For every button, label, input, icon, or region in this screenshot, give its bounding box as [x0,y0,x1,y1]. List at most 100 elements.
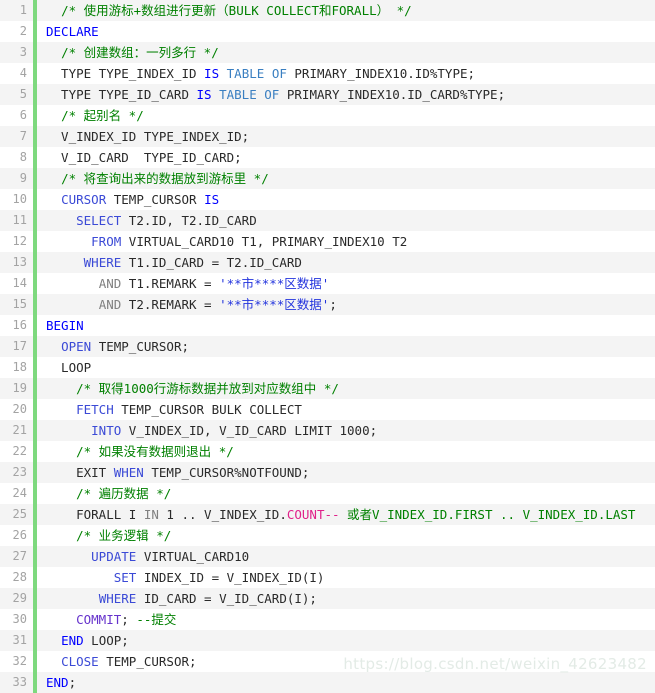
code-token: VIRTUAL_CARD10 T1, PRIMARY_INDEX10 T2 [121,234,408,249]
code-token: WHERE [98,591,137,606]
code-token: IS [204,192,220,207]
line-number: 1 [19,3,27,17]
code-token: T2.ID, T2.ID_CARD [121,213,257,228]
code-token: BEGIN [46,318,84,333]
code-line: 26 /* 业务逻辑 */ [0,525,655,546]
code-block: 1 /* 使用游标+数组进行更新（BULK COLLECT和FORALL） */… [0,0,655,693]
code-line: 24 /* 遍历数据 */ [0,483,655,504]
code-token: --提交 [136,612,177,627]
code-line-text: UPDATE VIRTUAL_CARD10 [37,546,249,567]
code-token: T2.REMARK = [121,297,220,312]
code-token: END [46,675,69,690]
code-line-text: AND T2.REMARK = '**市****区数据'; [37,294,337,315]
code-token: /* 业务逻辑 */ [76,528,172,543]
code-token: TYPE TYPE_INDEX_ID [46,66,205,81]
code-line: 10 CURSOR TEMP_CURSOR IS [0,189,655,210]
code-token: /* 如果没有数据则退出 */ [76,444,234,459]
code-token: 或者V_INDEX_ID.FIRST .. V_INDEX_ID.LAST [339,507,636,522]
code-line: 20 FETCH TEMP_CURSOR BULK COLLECT [0,399,655,420]
code-line-text: V_ID_CARD TYPE_ID_CARD; [37,147,242,168]
code-line: 1 /* 使用游标+数组进行更新（BULK COLLECT和FORALL） */ [0,0,655,21]
code-line-text: SELECT T2.ID, T2.ID_CARD [37,210,257,231]
code-line-text: TYPE TYPE_INDEX_ID IS TABLE OF PRIMARY_I… [37,63,475,84]
code-token: V_ID_CARD TYPE_ID_CARD; [46,150,242,165]
code-line-text: COMMIT; --提交 [37,609,176,630]
code-token: IS [196,87,212,102]
code-line: 32 CLOSE TEMP_CURSOR; [0,651,655,672]
code-line: 31 END LOOP; [0,630,655,651]
code-token: END [61,633,84,648]
code-line: 17 OPEN TEMP_CURSOR; [0,336,655,357]
code-token: FORALL I [46,507,144,522]
code-token: /* 将查询出来的数据放到游标里 */ [61,171,269,186]
line-number: 5 [19,87,27,101]
code-line-text: FROM VIRTUAL_CARD10 T1, PRIMARY_INDEX10 … [37,231,407,252]
code-line-text: OPEN TEMP_CURSOR; [37,336,189,357]
line-number: 14 [12,276,27,290]
line-number: 28 [12,570,27,584]
code-token: '**市****区数据' [219,276,330,291]
code-line: 5 TYPE TYPE_ID_CARD IS TABLE OF PRIMARY_… [0,84,655,105]
code-token: T1.REMARK = [121,276,220,291]
code-token: ; [121,612,137,627]
code-line-text: END LOOP; [37,630,129,651]
line-number: 6 [19,108,27,122]
line-number: 10 [12,192,27,206]
code-line: 6 /* 起别名 */ [0,105,655,126]
code-line: 33 END; [0,672,655,693]
code-token: /* 创建数组：一列多行 */ [61,45,219,60]
code-line-text: CLOSE TEMP_CURSOR; [37,651,196,672]
code-line: 14 AND T1.REMARK = '**市****区数据' [0,273,655,294]
code-token: AND [98,276,122,291]
code-line-text: AND T1.REMARK = '**市****区数据' [37,273,330,294]
code-line-text: EXIT WHEN TEMP_CURSOR%NOTFOUND; [37,462,309,483]
code-line: 25 FORALL I IN 1 .. V_INDEX_ID.COUNT-- 或… [0,504,655,525]
line-number: 12 [12,234,27,248]
code-token: LOOP [46,360,92,375]
code-line: 27 UPDATE VIRTUAL_CARD10 [0,546,655,567]
code-line-text: FETCH TEMP_CURSOR BULK COLLECT [37,399,302,420]
line-number: 32 [12,654,27,668]
line-number: 9 [19,171,27,185]
code-line: 30 COMMIT; --提交 [0,609,655,630]
line-number: 7 [19,129,27,143]
code-token: PRIMARY_INDEX10.ID_CARD%TYPE; [279,87,506,102]
code-token: V_INDEX_ID TYPE_INDEX_ID; [46,129,250,144]
code-line: 16 BEGIN [0,315,655,336]
code-line-text: SET INDEX_ID = V_INDEX_ID(I) [37,567,325,588]
code-token: SET [113,570,137,585]
code-token: PRIMARY_INDEX10.ID%TYPE; [286,66,476,81]
line-number: 30 [12,612,27,626]
code-line: 15 AND T2.REMARK = '**市****区数据'; [0,294,655,315]
code-token: /* 取得1000行游标数据并放到对应数组中 */ [76,381,339,396]
code-line: 11 SELECT T2.ID, T2.ID_CARD [0,210,655,231]
code-token: /* 使用游标+数组进行更新（BULK COLLECT和FORALL） */ [61,3,412,18]
line-number: 4 [19,66,27,80]
code-line: 23 EXIT WHEN TEMP_CURSOR%NOTFOUND; [0,462,655,483]
code-line: 22 /* 如果没有数据则退出 */ [0,441,655,462]
code-line-text: END; [37,672,76,693]
line-number: 26 [12,528,27,542]
code-line-text: /* 使用游标+数组进行更新（BULK COLLECT和FORALL） */ [37,0,412,21]
code-line-text: INTO V_INDEX_ID, V_ID_CARD LIMIT 1000; [37,420,377,441]
code-token: TEMP_CURSOR%NOTFOUND; [143,465,310,480]
line-number: 17 [12,339,27,353]
code-line-text: /* 取得1000行游标数据并放到对应数组中 */ [37,378,339,399]
code-line: 18 LOOP [0,357,655,378]
code-line: 3 /* 创建数组：一列多行 */ [0,42,655,63]
code-token: TEMP_CURSOR BULK COLLECT [113,402,302,417]
code-token: TEMP_CURSOR [106,192,205,207]
code-token: CLOSE [61,654,99,669]
line-number: 18 [12,360,27,374]
code-token: UPDATE [91,549,137,564]
